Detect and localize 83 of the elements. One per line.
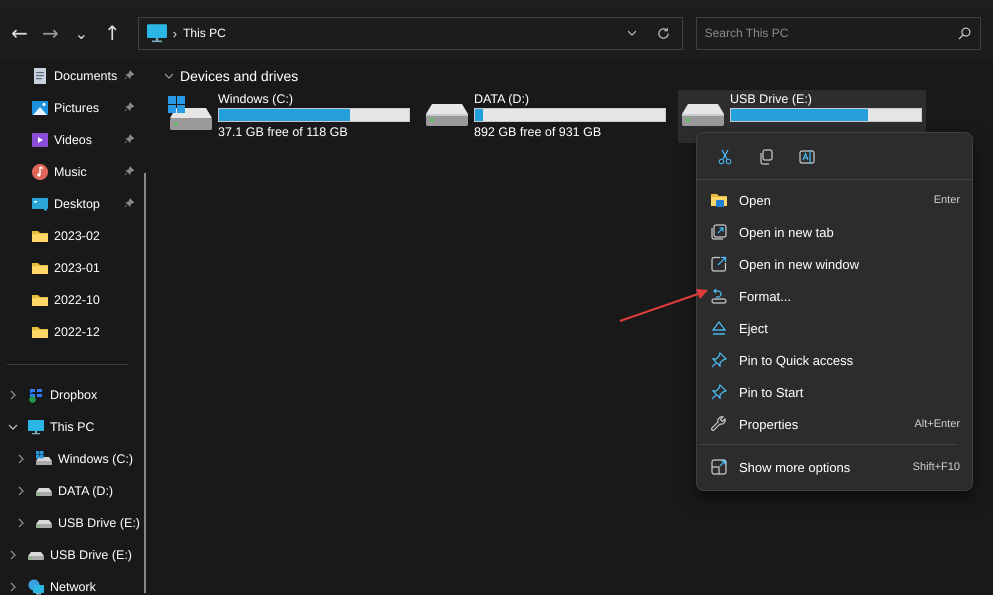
quick-access-item[interactable]: 2023-01 bbox=[0, 252, 136, 284]
music-note-icon bbox=[32, 164, 48, 180]
pin-icon bbox=[711, 384, 727, 400]
menu-item[interactable]: Format... bbox=[697, 280, 972, 312]
drive-tile[interactable]: Windows (C:) 37.1 GB free of 118 GB bbox=[166, 90, 414, 143]
menu-item[interactable]: Show more options Shift+F10 bbox=[697, 451, 972, 483]
quick-access-item[interactable]: Music bbox=[0, 156, 136, 188]
shortcut: Enter bbox=[934, 194, 960, 206]
tree-item[interactable]: Dropbox bbox=[28, 387, 98, 403]
breadcrumb[interactable]: This PC bbox=[183, 26, 621, 40]
boxes-icon bbox=[28, 387, 44, 403]
folder-icon bbox=[32, 260, 48, 276]
back-button[interactable]: ← bbox=[4, 16, 35, 50]
tree-item[interactable]: Windows (C:) bbox=[36, 451, 134, 467]
windows-drive-icon bbox=[168, 96, 214, 132]
expand-chevron-icon[interactable] bbox=[8, 582, 18, 592]
wrench-icon bbox=[711, 416, 727, 432]
collapse-chevron-icon[interactable] bbox=[8, 422, 18, 432]
search-field[interactable]: Search This PC bbox=[696, 16, 982, 50]
refresh-icon[interactable] bbox=[656, 26, 670, 40]
drive-name: Windows (C:) bbox=[218, 92, 294, 106]
expand-chevron-icon[interactable] bbox=[8, 550, 18, 560]
new-window-icon bbox=[711, 256, 727, 272]
search-icon bbox=[958, 26, 972, 40]
expand-chevron-icon[interactable] bbox=[8, 390, 18, 400]
tree-item[interactable]: DATA (D:) bbox=[36, 483, 114, 499]
folder-icon bbox=[32, 228, 48, 244]
scrollbar[interactable] bbox=[144, 173, 146, 593]
recent-locations-button[interactable]: ⌄ bbox=[66, 16, 97, 50]
copy-icon bbox=[758, 149, 774, 165]
expand-chevron-icon[interactable] bbox=[16, 518, 26, 528]
menu-item[interactable]: Eject bbox=[697, 312, 972, 344]
tree-item[interactable]: This PC bbox=[28, 419, 94, 435]
free-space: 37.1 GB free of 118 GB bbox=[218, 125, 349, 139]
expand-chevron-icon[interactable] bbox=[16, 454, 26, 464]
expand-chevron-icon[interactable] bbox=[16, 486, 26, 496]
tree-item[interactable]: Network bbox=[28, 579, 96, 595]
desktop-icon bbox=[32, 196, 48, 212]
collapse-chevron-icon[interactable] bbox=[164, 71, 174, 81]
menu-item[interactable]: Open Enter bbox=[697, 184, 972, 216]
folder-icon bbox=[32, 324, 48, 340]
drive-tile[interactable]: DATA (D:) 892 GB free of 931 GB bbox=[422, 90, 670, 143]
menu-item[interactable]: Properties Alt+Enter bbox=[697, 408, 972, 440]
menu-item[interactable]: Open in new tab bbox=[697, 216, 972, 248]
quick-access-item[interactable]: Desktop bbox=[0, 188, 136, 220]
document-icon bbox=[32, 68, 48, 84]
tree-item[interactable]: USB Drive (E:) bbox=[28, 547, 132, 563]
monitor-icon bbox=[146, 23, 167, 43]
forward-button[interactable]: → bbox=[34, 16, 66, 50]
pin-icon bbox=[711, 352, 727, 368]
cut-icon bbox=[717, 149, 733, 165]
quick-access-item[interactable]: Documents bbox=[0, 60, 136, 92]
video-icon bbox=[32, 132, 48, 148]
more-options-icon bbox=[711, 459, 727, 475]
format-icon bbox=[711, 288, 727, 304]
quick-access-item[interactable]: 2022-10 bbox=[0, 284, 136, 316]
drive-name: USB Drive (E:) bbox=[730, 92, 813, 106]
windows-drive-icon bbox=[36, 451, 52, 467]
quick-access-item[interactable]: 2023-02 bbox=[0, 220, 136, 252]
menu-item[interactable]: Pin to Start bbox=[697, 376, 972, 408]
free-space: 892 GB free of 931 GB bbox=[474, 125, 602, 139]
eject-icon bbox=[711, 320, 727, 336]
menu-item[interactable]: Open in new window bbox=[697, 248, 972, 280]
rename-icon bbox=[799, 149, 815, 165]
new-tab-icon bbox=[711, 224, 727, 240]
menu-item[interactable]: Pin to Quick access bbox=[697, 344, 972, 376]
drive-name: DATA (D:) bbox=[474, 92, 530, 106]
dropdown-icon[interactable] bbox=[626, 30, 637, 36]
shortcut: Shift+F10 bbox=[912, 461, 960, 473]
folder-icon bbox=[711, 192, 727, 208]
tree-item[interactable]: USB Drive (E:) bbox=[36, 515, 140, 531]
network-icon bbox=[28, 579, 44, 595]
picture-icon bbox=[32, 100, 48, 116]
quick-access-item[interactable]: Videos bbox=[0, 124, 136, 156]
quick-access-item[interactable]: Pictures bbox=[0, 92, 136, 124]
up-button[interactable]: ↑ bbox=[96, 16, 128, 50]
breadcrumb-separator: › bbox=[172, 26, 178, 40]
shortcut: Alt+Enter bbox=[914, 418, 960, 430]
quick-access-item[interactable]: 2022-12 bbox=[0, 316, 136, 348]
folder-icon bbox=[32, 292, 48, 308]
group-header[interactable]: Devices and drives bbox=[180, 68, 298, 84]
address-bar[interactable]: › This PC bbox=[138, 16, 683, 50]
monitor-icon bbox=[28, 419, 44, 435]
